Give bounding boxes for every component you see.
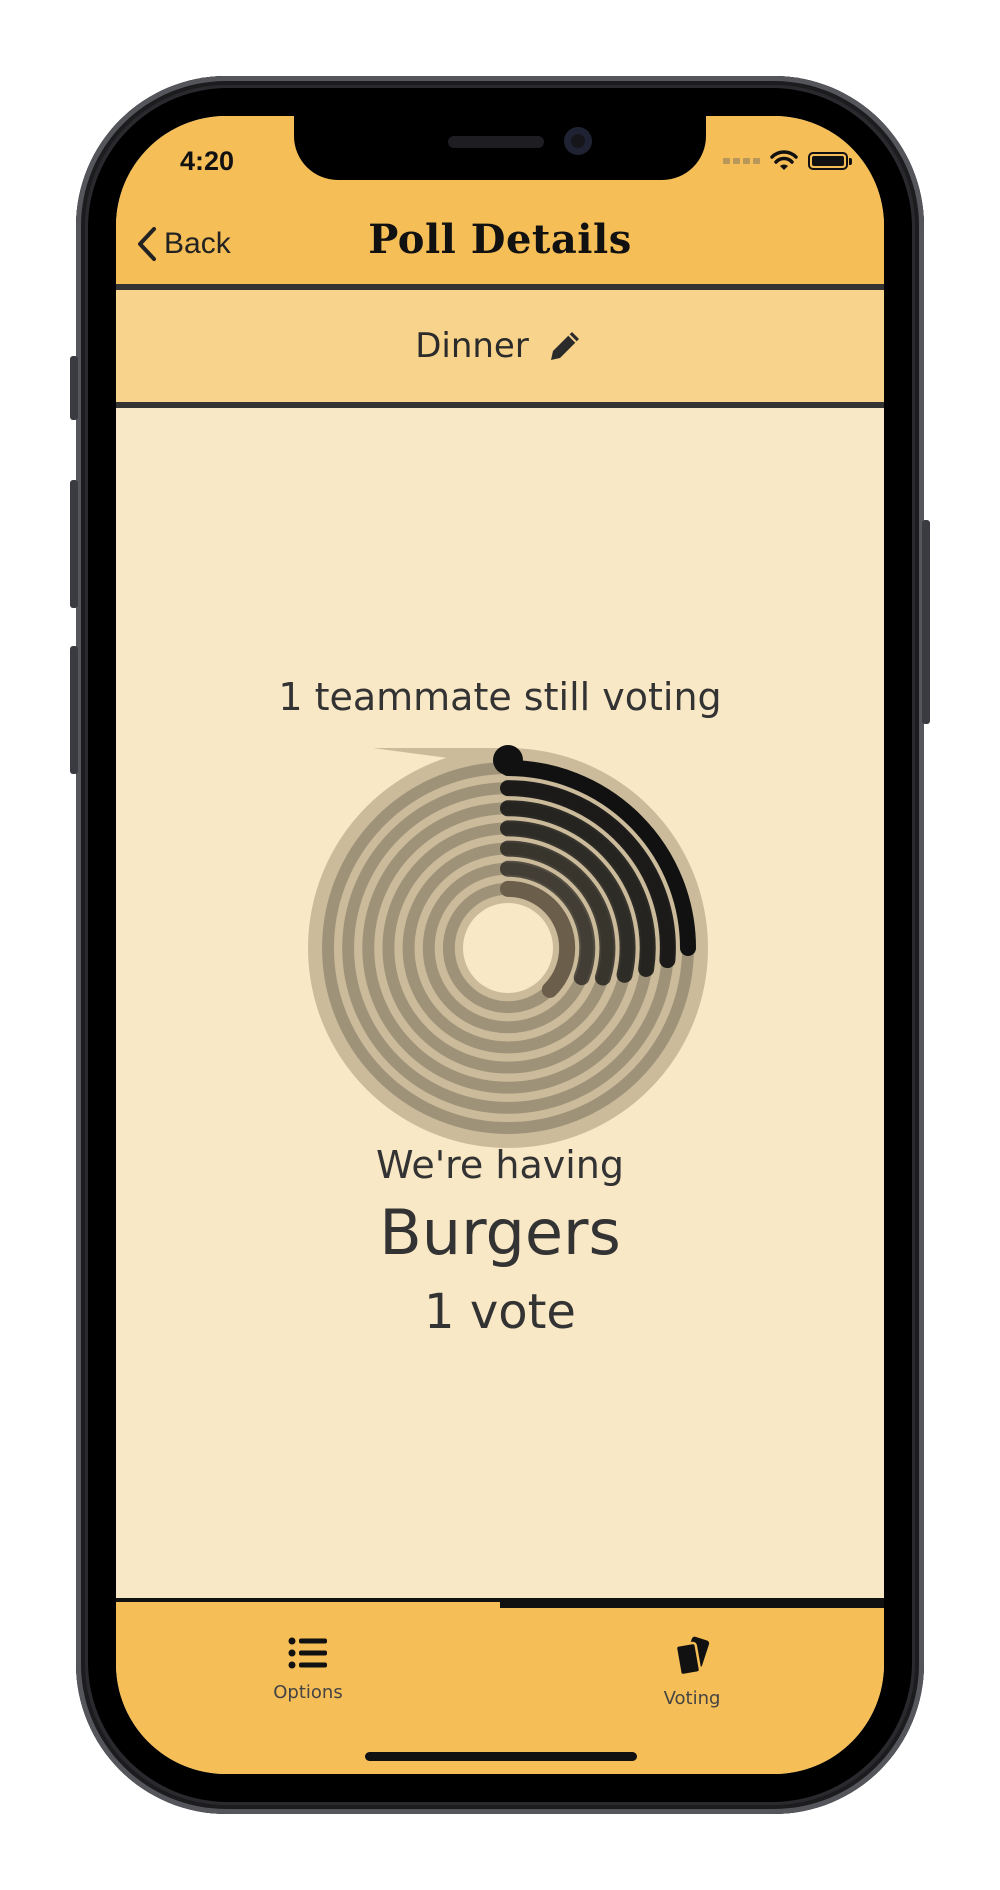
battery-icon [808,152,852,170]
ring-start-knob [493,745,523,775]
app-screen: 4:20 Back Poll Details Dinner 1 teammate… [116,116,884,1774]
result-intro-text: We're having [375,1143,625,1187]
pencil-icon[interactable] [545,326,585,366]
tab-options[interactable]: Options [208,1636,408,1703]
tab-indicator [116,1598,884,1608]
device-notch [294,116,706,180]
front-camera [564,127,592,155]
poll-name: Dinner [415,326,529,366]
voting-progress-rings [298,738,718,1162]
earpiece-speaker [448,136,544,148]
page-title: Poll Details [368,216,632,263]
battery-fill [812,156,844,166]
tab-voting-label: Voting [663,1688,721,1709]
list-icon [288,1637,327,1669]
home-indicator [365,1752,637,1761]
winning-option: Burgers [379,1196,621,1269]
tab-voting[interactable]: Voting [592,1636,792,1709]
cellular-signal-icon [723,158,760,164]
progress-rings-chart [308,745,708,1148]
poll-name-bar: Dinner [116,290,884,408]
still-voting-text: 1 teammate still voting [278,675,722,719]
cards-icon [674,1636,710,1677]
power-button [922,520,930,724]
wifi-icon [770,150,798,170]
volume-up-button [70,480,78,608]
vote-count: 1 vote [424,1284,576,1340]
tab-options-label: Options [273,1682,343,1703]
volume-down-button [70,646,78,774]
status-icons [723,150,852,172]
tab-bar: Options Voting [116,1598,884,1774]
tab-indicator-active [500,1598,884,1608]
ring-center [463,903,553,993]
results-panel: 1 teammate still voting We're having Bur… [116,408,884,1598]
mute-switch [70,356,78,420]
status-time: 4:20 [180,146,235,176]
